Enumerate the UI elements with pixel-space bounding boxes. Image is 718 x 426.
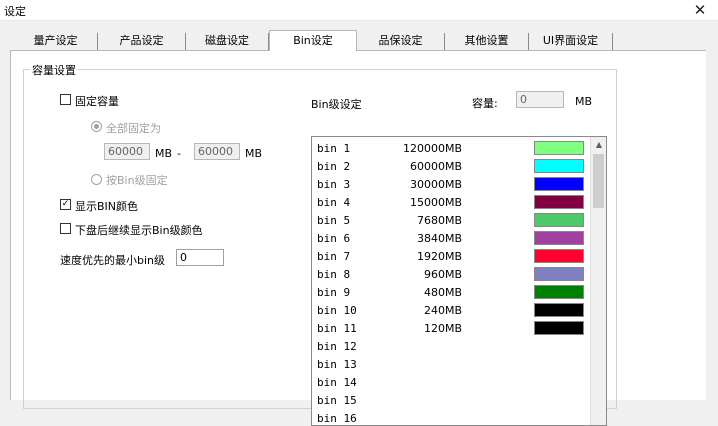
bin-name: bin 10 (317, 304, 357, 317)
bin-list[interactable]: bin 1 120000MB bin 2 60000MB bin 3 30000MB bin… (311, 136, 607, 426)
range-dash: - (177, 147, 181, 160)
bin-capacity-unit: MB (575, 95, 593, 108)
bin-name: bin 6 (317, 232, 351, 245)
max-unit-label: MB (245, 147, 263, 160)
close-icon[interactable]: ✕ (682, 0, 718, 21)
scroll-up-icon[interactable]: ▲ (591, 137, 606, 153)
bin-row[interactable]: bin 7 1920MB (312, 247, 590, 265)
bin-name: bin 3 (317, 178, 351, 191)
bin-color-swatch[interactable] (534, 303, 584, 317)
scroll-thumb[interactable] (593, 154, 604, 208)
bin-size: 3840MB (416, 232, 462, 245)
capacity-group-title: 容量设置 (30, 62, 78, 78)
bin-row[interactable]: bin 13 (312, 355, 590, 373)
bin-name: bin 1 (317, 142, 351, 155)
bin-color-swatch[interactable] (534, 213, 584, 227)
bin-color-swatch[interactable] (534, 249, 584, 263)
max-capacity-input[interactable]: 60000 (194, 143, 240, 160)
bin-size: 240MB (423, 304, 462, 317)
capacity-group: 容量设置 固定容量 全部固定为 60000 MB - 60000 MB 按Bin… (23, 62, 617, 426)
bin-name: bin 14 (317, 376, 357, 389)
bin-name: bin 15 (317, 394, 357, 407)
bin-row[interactable]: bin 4 15000MB (312, 193, 590, 211)
bin-row[interactable]: bin 10 240MB (312, 301, 590, 319)
bin-color-swatch[interactable] (534, 159, 584, 173)
fixed-capacity-label: 固定容量 (75, 95, 119, 108)
min-capacity-input[interactable]: 60000 (104, 143, 150, 160)
capacity-label: 容量: (472, 97, 498, 110)
bin-size: 120MB (423, 322, 462, 335)
tab-bin[interactable]: Bin设定 (269, 30, 357, 51)
bin-row[interactable]: bin 9 480MB (312, 283, 590, 301)
bin-row[interactable]: bin 8 960MB (312, 265, 590, 283)
bin-list-scrollbar[interactable]: ▲ (590, 137, 606, 425)
all-fixed-radio[interactable] (91, 121, 102, 132)
window-title: 设定 (4, 5, 26, 18)
bin-color-swatch[interactable] (534, 267, 584, 281)
bin-color-swatch[interactable] (534, 231, 584, 245)
min-bin-label: 速度优先的最小bin级 (60, 254, 166, 267)
show-bin-color-checkbox[interactable]: ✓ (60, 199, 71, 210)
bin-name: bin 7 (317, 250, 351, 263)
bin-name: bin 5 (317, 214, 351, 227)
bin-name: bin 2 (317, 160, 351, 173)
bin-row[interactable]: bin 3 30000MB (312, 175, 590, 193)
bin-name: bin 8 (317, 268, 351, 281)
bin-name: bin 9 (317, 286, 351, 299)
bin-name: bin 13 (317, 358, 357, 371)
bin-color-swatch[interactable] (534, 195, 584, 209)
show-bin-color-label: 显示BIN颜色 (75, 200, 139, 213)
bin-row[interactable]: bin 1 120000MB (312, 139, 590, 157)
tab-mass-production[interactable]: 量产设定 (14, 33, 98, 50)
bin-size: 7680MB (416, 214, 462, 227)
continue-color-checkbox[interactable] (60, 223, 71, 234)
bin-size: 120000MB (402, 142, 462, 155)
bin-size: 30000MB (409, 178, 462, 191)
tab-panel: 容量设置 固定容量 全部固定为 60000 MB - 60000 MB 按Bin… (10, 50, 718, 426)
bin-settings-label: Bin级设定 (311, 98, 362, 111)
fixed-capacity-checkbox[interactable] (60, 94, 71, 105)
bin-row[interactable]: bin 2 60000MB (312, 157, 590, 175)
tab-disk[interactable]: 磁盘设定 (186, 33, 269, 50)
bin-color-swatch[interactable] (534, 321, 584, 335)
tab-product[interactable]: 产品设定 (98, 33, 186, 50)
bin-size: 1920MB (416, 250, 462, 263)
by-bin-label: 按Bin级固定 (106, 174, 168, 187)
bin-name: bin 16 (317, 412, 357, 425)
all-fixed-label: 全部固定为 (106, 122, 161, 135)
bin-color-swatch[interactable] (534, 177, 584, 191)
bin-name: bin 4 (317, 196, 351, 209)
min-unit-label: MB (155, 147, 173, 160)
window-right-edge (706, 50, 718, 400)
bin-color-swatch[interactable] (534, 141, 584, 155)
tab-bar: 量产设定 产品设定 磁盘设定 Bin设定 品保设定 其他设置 UI界面设定 (14, 30, 718, 51)
bin-row[interactable]: bin 14 (312, 373, 590, 391)
by-bin-radio[interactable] (91, 174, 102, 185)
bin-row[interactable]: bin 5 7680MB (312, 211, 590, 229)
bin-size: 480MB (423, 286, 462, 299)
bin-name: bin 12 (317, 340, 357, 353)
bin-size: 15000MB (409, 196, 462, 209)
bin-row[interactable]: bin 16 (312, 409, 590, 425)
bin-size: 60000MB (409, 160, 462, 173)
bin-row[interactable]: bin 6 3840MB (312, 229, 590, 247)
bin-row[interactable]: bin 12 (312, 337, 590, 355)
bin-size: 960MB (423, 268, 462, 281)
tab-ui[interactable]: UI界面设定 (529, 33, 613, 50)
continue-color-label: 下盘后继续显示Bin级颜色 (75, 224, 203, 237)
tab-quality[interactable]: 品保设定 (357, 33, 445, 50)
bin-name: bin 11 (317, 322, 357, 335)
title-bar: 设定 ✕ (0, 0, 718, 21)
bin-capacity-input[interactable]: 0 (516, 91, 564, 108)
min-bin-input[interactable]: 0 (176, 249, 224, 266)
tab-other[interactable]: 其他设置 (445, 33, 529, 50)
bin-row[interactable]: bin 15 (312, 391, 590, 409)
bin-row[interactable]: bin 11 120MB (312, 319, 590, 337)
bin-color-swatch[interactable] (534, 285, 584, 299)
